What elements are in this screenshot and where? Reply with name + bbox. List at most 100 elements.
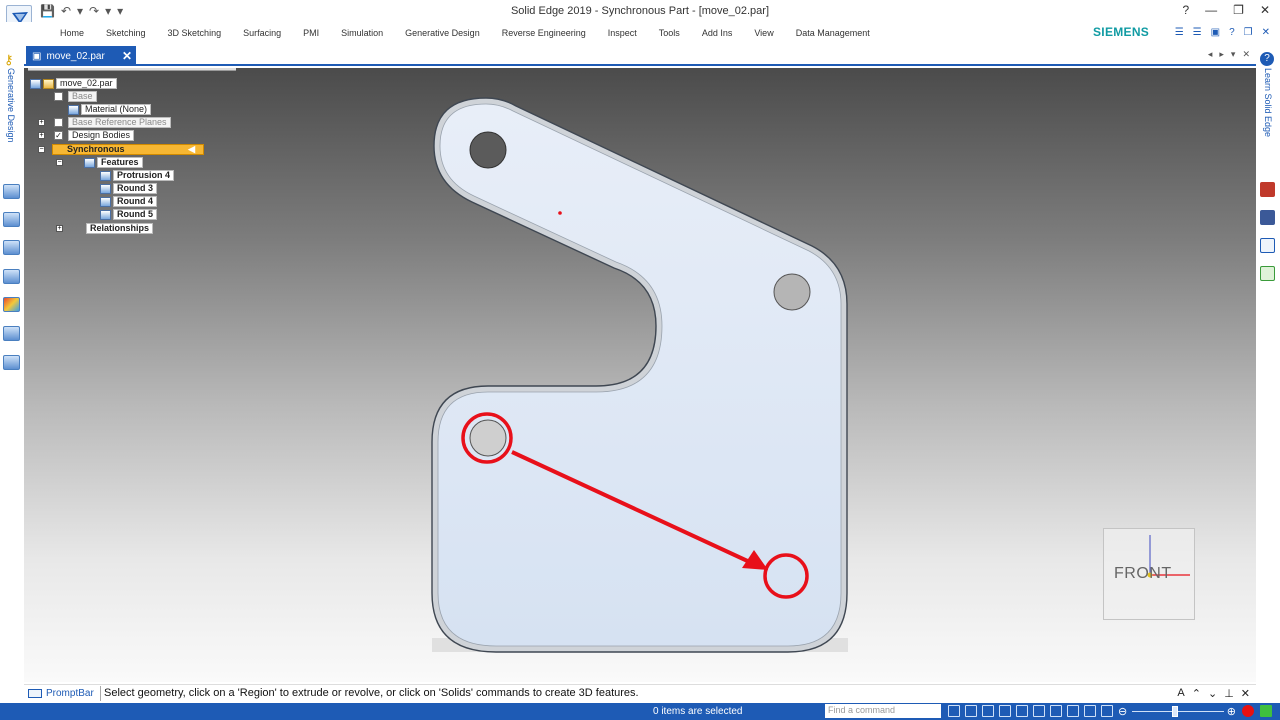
tree-item-round-3[interactable]: Round 3 bbox=[100, 183, 157, 194]
stop-icon[interactable] bbox=[1242, 705, 1254, 717]
collapse-up-icon[interactable]: ⌃ bbox=[1192, 687, 1201, 700]
tree-item-ref-planes[interactable]: Base Reference Planes bbox=[68, 117, 171, 128]
tab-home[interactable]: Home bbox=[60, 28, 84, 38]
doc-list-icon[interactable]: ▾ bbox=[1231, 49, 1236, 60]
tree-item-round-4[interactable]: Round 4 bbox=[100, 196, 157, 207]
tab-sketching[interactable]: Sketching bbox=[106, 28, 146, 38]
saved-views-icon[interactable] bbox=[1084, 705, 1096, 717]
generative-design-pane-label[interactable]: Generative Design bbox=[6, 68, 16, 143]
layout-icon[interactable]: ☰ bbox=[1175, 27, 1184, 38]
zoom-track[interactable] bbox=[1132, 711, 1224, 712]
shading-icon[interactable] bbox=[1101, 705, 1113, 717]
doc-close-all-icon[interactable]: ✕ bbox=[1242, 49, 1250, 60]
features-collapse-icon[interactable]: − bbox=[56, 159, 63, 166]
prompt-close-icon[interactable]: ✕ bbox=[1241, 687, 1250, 700]
prompt-bar-label: PromptBar bbox=[46, 688, 94, 699]
tab-pmi[interactable]: PMI bbox=[303, 28, 319, 38]
zoom-thumb[interactable] bbox=[1172, 706, 1178, 717]
pan-icon[interactable] bbox=[1016, 705, 1028, 717]
tab-simulation[interactable]: Simulation bbox=[341, 28, 383, 38]
search-command-icon[interactable] bbox=[948, 705, 960, 717]
pathfinder-icon[interactable] bbox=[3, 184, 20, 199]
help-button[interactable]: ? bbox=[1182, 3, 1189, 17]
sketch-view-icon[interactable] bbox=[1050, 705, 1062, 717]
teamcenter-icon[interactable] bbox=[3, 355, 20, 370]
minimize-button[interactable]: — bbox=[1205, 3, 1217, 17]
tree-item-synchronous[interactable]: Synchronous ◀ bbox=[52, 144, 204, 155]
hole-bottom-left[interactable] bbox=[469, 419, 507, 457]
design-bodies-checkbox[interactable]: ✓ bbox=[54, 131, 63, 140]
tab-surfacing[interactable]: Surfacing bbox=[243, 28, 281, 38]
hole-right[interactable] bbox=[773, 273, 811, 311]
base-checkbox[interactable] bbox=[54, 92, 63, 101]
graphics-window[interactable]: move_02.par Base Material (None) + Base … bbox=[24, 68, 1256, 682]
synchronous-collapse-icon[interactable]: − bbox=[38, 146, 45, 153]
tree-item-relationships[interactable]: Relationships bbox=[86, 223, 154, 234]
font-size-icon[interactable]: A bbox=[1177, 687, 1184, 700]
next-doc-icon[interactable]: ▸ bbox=[1219, 49, 1224, 60]
window-title: Solid Edge 2019 - Synchronous Part - [mo… bbox=[510, 5, 770, 17]
restore-button[interactable]: ❐ bbox=[1233, 3, 1244, 17]
layout-alt-icon[interactable]: ☰ bbox=[1193, 27, 1202, 38]
find-command-input[interactable]: Find a command bbox=[825, 704, 941, 718]
selection-status: 0 items are selected bbox=[653, 706, 743, 717]
title-bar: 💾 ↶ ▾ ↷ ▾ ▾ Solid Edge 2019 - Synchronou… bbox=[0, 0, 1280, 31]
color-manager-icon[interactable] bbox=[3, 297, 20, 312]
learn-solid-edge-label[interactable]: Learn Solid Edge bbox=[1263, 68, 1273, 137]
zoom-slider[interactable]: ⊖ ⊕ bbox=[1118, 705, 1238, 718]
prev-doc-icon[interactable]: ◂ bbox=[1208, 49, 1213, 60]
generative-key-icon[interactable]: ⚷ bbox=[4, 52, 14, 68]
facebook-icon[interactable] bbox=[1260, 210, 1275, 225]
tab-data-management[interactable]: Data Management bbox=[796, 28, 870, 38]
ref-planes-expand-icon[interactable]: + bbox=[38, 119, 45, 126]
tab-generative-design[interactable]: Generative Design bbox=[405, 28, 480, 38]
relationships-expand-icon[interactable]: + bbox=[56, 225, 63, 232]
design-bodies-expand-icon[interactable]: + bbox=[38, 132, 45, 139]
tree-item-design-bodies[interactable]: Design Bodies bbox=[68, 130, 135, 141]
tab-view[interactable]: View bbox=[754, 28, 773, 38]
fit-icon[interactable] bbox=[999, 705, 1011, 717]
zoom-in-icon[interactable]: ⊕ bbox=[1227, 705, 1236, 718]
layers-icon[interactable] bbox=[3, 212, 20, 227]
tab-inspect[interactable]: Inspect bbox=[608, 28, 637, 38]
news-icon[interactable] bbox=[1260, 238, 1275, 253]
tab-3d-sketching[interactable]: 3D Sketching bbox=[168, 28, 222, 38]
view-styles-icon[interactable] bbox=[1067, 705, 1079, 717]
hole-top-left[interactable] bbox=[469, 131, 507, 169]
view-orientation-cube[interactable]: FRONT bbox=[1103, 528, 1195, 620]
part-geometry[interactable] bbox=[24, 68, 1256, 682]
tree-item-material[interactable]: Material (None) bbox=[68, 104, 152, 115]
rotate-icon[interactable] bbox=[1033, 705, 1045, 717]
prompt-bar-title[interactable]: PromptBar bbox=[28, 688, 94, 699]
upload-icon[interactable] bbox=[1260, 705, 1272, 717]
tree-root[interactable]: move_02.par bbox=[30, 78, 117, 89]
zoom-area-icon[interactable] bbox=[965, 705, 977, 717]
tab-reverse-engineering[interactable]: Reverse Engineering bbox=[502, 28, 586, 38]
expand-down-icon[interactable]: ⌄ bbox=[1208, 687, 1217, 700]
options-icon[interactable]: ▣ bbox=[1211, 27, 1220, 38]
ref-planes-checkbox[interactable] bbox=[54, 118, 63, 127]
display-icon[interactable] bbox=[3, 269, 20, 284]
document-close-icon[interactable]: ✕ bbox=[122, 49, 132, 63]
ribbon: Home Sketching 3D Sketching Surfacing PM… bbox=[0, 22, 1280, 46]
clipboard-icon[interactable] bbox=[1260, 266, 1275, 281]
ribbon-restore-icon[interactable]: ❐ bbox=[1244, 27, 1253, 38]
ribbon-close-icon[interactable]: ✕ bbox=[1262, 27, 1270, 38]
tab-tools[interactable]: Tools bbox=[659, 28, 680, 38]
document-tab[interactable]: ▣ move_02.par ✕ bbox=[26, 46, 136, 66]
tree-scroll-handle[interactable] bbox=[28, 68, 236, 71]
zoom-icon[interactable] bbox=[982, 705, 994, 717]
help-circle-icon[interactable]: ? bbox=[1260, 52, 1274, 66]
help-icon[interactable]: ? bbox=[1229, 27, 1235, 38]
zoom-out-icon[interactable]: ⊖ bbox=[1118, 705, 1127, 718]
tree-item-round-5[interactable]: Round 5 bbox=[100, 209, 157, 220]
tree-item-protrusion[interactable]: Protrusion 4 bbox=[100, 170, 175, 181]
tree-item-features[interactable]: Features bbox=[84, 157, 143, 168]
sensors-icon[interactable] bbox=[3, 326, 20, 341]
tab-add-ins[interactable]: Add Ins bbox=[702, 28, 733, 38]
pin-icon[interactable]: ⊥ bbox=[1224, 687, 1234, 700]
youtube-icon[interactable] bbox=[1260, 182, 1275, 197]
library-icon[interactable] bbox=[3, 240, 20, 255]
close-button[interactable]: ✕ bbox=[1260, 3, 1270, 17]
tree-item-base[interactable]: Base bbox=[68, 91, 97, 102]
